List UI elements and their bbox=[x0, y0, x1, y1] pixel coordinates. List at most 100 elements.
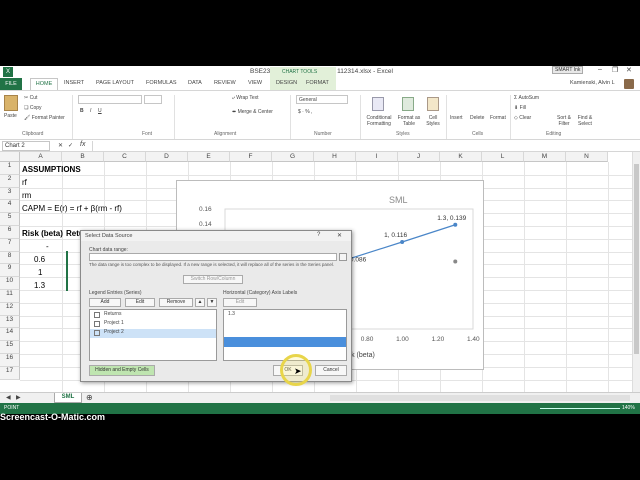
cell-a1[interactable]: ASSUMPTIONS bbox=[22, 165, 81, 174]
insert-button[interactable]: Insert bbox=[450, 115, 463, 121]
checkbox-icon[interactable] bbox=[94, 330, 100, 336]
range-collapse-icon[interactable] bbox=[339, 253, 347, 261]
row-header[interactable]: 16 bbox=[0, 354, 20, 367]
axis-labels-listbox[interactable]: 1.3 bbox=[223, 309, 347, 361]
cancel-icon[interactable]: ✕ bbox=[58, 142, 63, 149]
column-header[interactable]: C bbox=[104, 152, 146, 162]
tab-file[interactable]: FILE bbox=[0, 78, 22, 90]
switch-row-column-button[interactable]: Switch Row/Column bbox=[183, 275, 243, 284]
minimize-button[interactable]: – bbox=[598, 66, 602, 73]
conditional-formatting-button[interactable]: Conditional Formatting bbox=[364, 115, 394, 127]
horizontal-scrollbar[interactable] bbox=[330, 395, 630, 401]
axis-item-selected[interactable] bbox=[224, 337, 346, 347]
row-header[interactable]: 15 bbox=[0, 341, 20, 354]
tab-view[interactable]: VIEW bbox=[248, 80, 262, 86]
select-all-corner[interactable] bbox=[0, 152, 20, 162]
row-header[interactable]: 2 bbox=[0, 174, 20, 188]
row-header[interactable]: 13 bbox=[0, 315, 20, 329]
fx-button[interactable]: fx bbox=[80, 141, 85, 148]
checkbox-icon[interactable] bbox=[94, 312, 100, 318]
cell-styles-button[interactable]: Cell Styles bbox=[424, 115, 442, 127]
format-button[interactable]: Format bbox=[490, 115, 506, 121]
name-box[interactable]: Chart 2 bbox=[2, 141, 50, 151]
series-item-returns[interactable]: Returns bbox=[104, 311, 122, 317]
column-header[interactable]: M bbox=[524, 152, 566, 162]
zoom-slider[interactable] bbox=[540, 408, 620, 409]
tab-design[interactable]: DESIGN bbox=[276, 80, 297, 86]
row-header[interactable]: 8 bbox=[0, 251, 20, 265]
scroll-thumb[interactable] bbox=[634, 164, 639, 354]
row-header[interactable]: 11 bbox=[0, 290, 20, 303]
range-input[interactable] bbox=[89, 253, 337, 261]
clear-button[interactable]: ◇ Clear bbox=[514, 115, 531, 121]
enter-icon[interactable]: ✓ bbox=[68, 142, 73, 149]
series-item-project-2[interactable]: Project 2 bbox=[90, 329, 216, 338]
column-header[interactable]: E bbox=[188, 152, 230, 162]
column-header[interactable]: B bbox=[62, 152, 104, 162]
cancel-button[interactable]: Cancel bbox=[315, 365, 347, 376]
row-header[interactable]: 3 bbox=[0, 187, 20, 201]
edit-axis-button[interactable]: Edit bbox=[223, 298, 257, 307]
fill-button[interactable]: ⬇ Fill bbox=[514, 105, 526, 111]
format-painter-button[interactable]: 🖌 Format Painter bbox=[24, 115, 65, 121]
add-sheet-icon[interactable]: ⊕ bbox=[86, 393, 93, 402]
row-header[interactable]: 9 bbox=[0, 264, 20, 278]
restore-button[interactable]: ❐ bbox=[612, 66, 618, 74]
wrap-text-button[interactable]: ⤶ Wrap Text bbox=[232, 95, 259, 101]
series-listbox[interactable]: Returns Project 1 Project 2 bbox=[89, 309, 217, 361]
cell-a4[interactable]: CAPM = E(r) = rf + β(rm - rf) bbox=[22, 204, 122, 213]
select-data-source-dialog[interactable]: Select Data Source ? ✕ Chart data range:… bbox=[80, 230, 352, 382]
axis-item[interactable]: 1.3 bbox=[228, 311, 235, 317]
bold-button[interactable]: B bbox=[80, 108, 84, 114]
series-item-project-1[interactable]: Project 1 bbox=[104, 320, 124, 326]
cell-a10[interactable]: 1.3 bbox=[34, 281, 45, 290]
row-header[interactable]: 1 bbox=[0, 162, 20, 175]
help-icon[interactable]: ? bbox=[317, 232, 320, 238]
paste-button[interactable]: Paste bbox=[4, 113, 17, 119]
close-button[interactable]: ✕ bbox=[626, 66, 632, 74]
remove-series-button[interactable]: Remove bbox=[159, 298, 193, 307]
column-header[interactable]: A bbox=[20, 152, 62, 162]
cell-a7[interactable]: - bbox=[46, 242, 49, 251]
cell-a8[interactable]: 0.6 bbox=[34, 255, 45, 264]
font-size-dropdown[interactable] bbox=[144, 95, 162, 104]
column-header[interactable]: F bbox=[230, 152, 272, 162]
delete-button[interactable]: Delete bbox=[470, 115, 484, 121]
cell-a2[interactable]: rf bbox=[22, 178, 27, 187]
next-sheet-icon[interactable]: ▶ bbox=[16, 394, 21, 401]
row-header[interactable]: 5 bbox=[0, 213, 20, 226]
column-header[interactable]: K bbox=[440, 152, 482, 162]
row-header[interactable]: 17 bbox=[0, 366, 20, 380]
column-header[interactable]: N bbox=[566, 152, 608, 162]
vertical-scrollbar[interactable] bbox=[632, 152, 640, 392]
tab-page-layout[interactable]: PAGE LAYOUT bbox=[96, 80, 134, 86]
tab-formulas[interactable]: FORMULAS bbox=[146, 80, 177, 86]
merge-center-button[interactable]: ⬌ Merge & Center bbox=[232, 109, 273, 115]
hidden-empty-cells-button[interactable]: Hidden and Empty Cells bbox=[89, 365, 155, 376]
row-header[interactable]: 14 bbox=[0, 328, 20, 342]
copy-button[interactable]: ❏ Copy bbox=[24, 105, 42, 111]
tab-insert[interactable]: INSERT bbox=[64, 80, 84, 86]
smart-ink-badge[interactable]: SMART Ink bbox=[552, 66, 584, 74]
column-header[interactable]: G bbox=[272, 152, 314, 162]
underline-button[interactable]: U bbox=[98, 108, 102, 114]
autosum-button[interactable]: Σ AutoSum bbox=[514, 95, 539, 101]
row-header[interactable]: 4 bbox=[0, 200, 20, 214]
column-header[interactable]: H bbox=[314, 152, 356, 162]
tab-review[interactable]: REVIEW bbox=[214, 80, 236, 86]
cell-a3[interactable]: rm bbox=[22, 191, 31, 200]
row-header[interactable]: 6 bbox=[0, 226, 20, 239]
dialog-close-icon[interactable]: ✕ bbox=[337, 232, 342, 239]
cell-a9[interactable]: 1 bbox=[38, 268, 42, 277]
sheet-tab-sml[interactable]: SML bbox=[54, 393, 82, 403]
number-format-dropdown[interactable]: General bbox=[296, 95, 348, 104]
font-name-dropdown[interactable] bbox=[78, 95, 142, 104]
move-down-icon[interactable]: ▼ bbox=[207, 298, 217, 307]
currency-button[interactable]: $ · % , bbox=[298, 109, 312, 115]
column-header[interactable]: J bbox=[398, 152, 440, 162]
italic-button[interactable]: I bbox=[90, 108, 91, 114]
column-header[interactable]: D bbox=[146, 152, 188, 162]
tab-home[interactable]: HOME bbox=[30, 78, 58, 90]
format-as-table-button[interactable]: Format as Table bbox=[396, 115, 422, 127]
sort-filter-button[interactable]: Sort & Filter bbox=[554, 115, 574, 127]
